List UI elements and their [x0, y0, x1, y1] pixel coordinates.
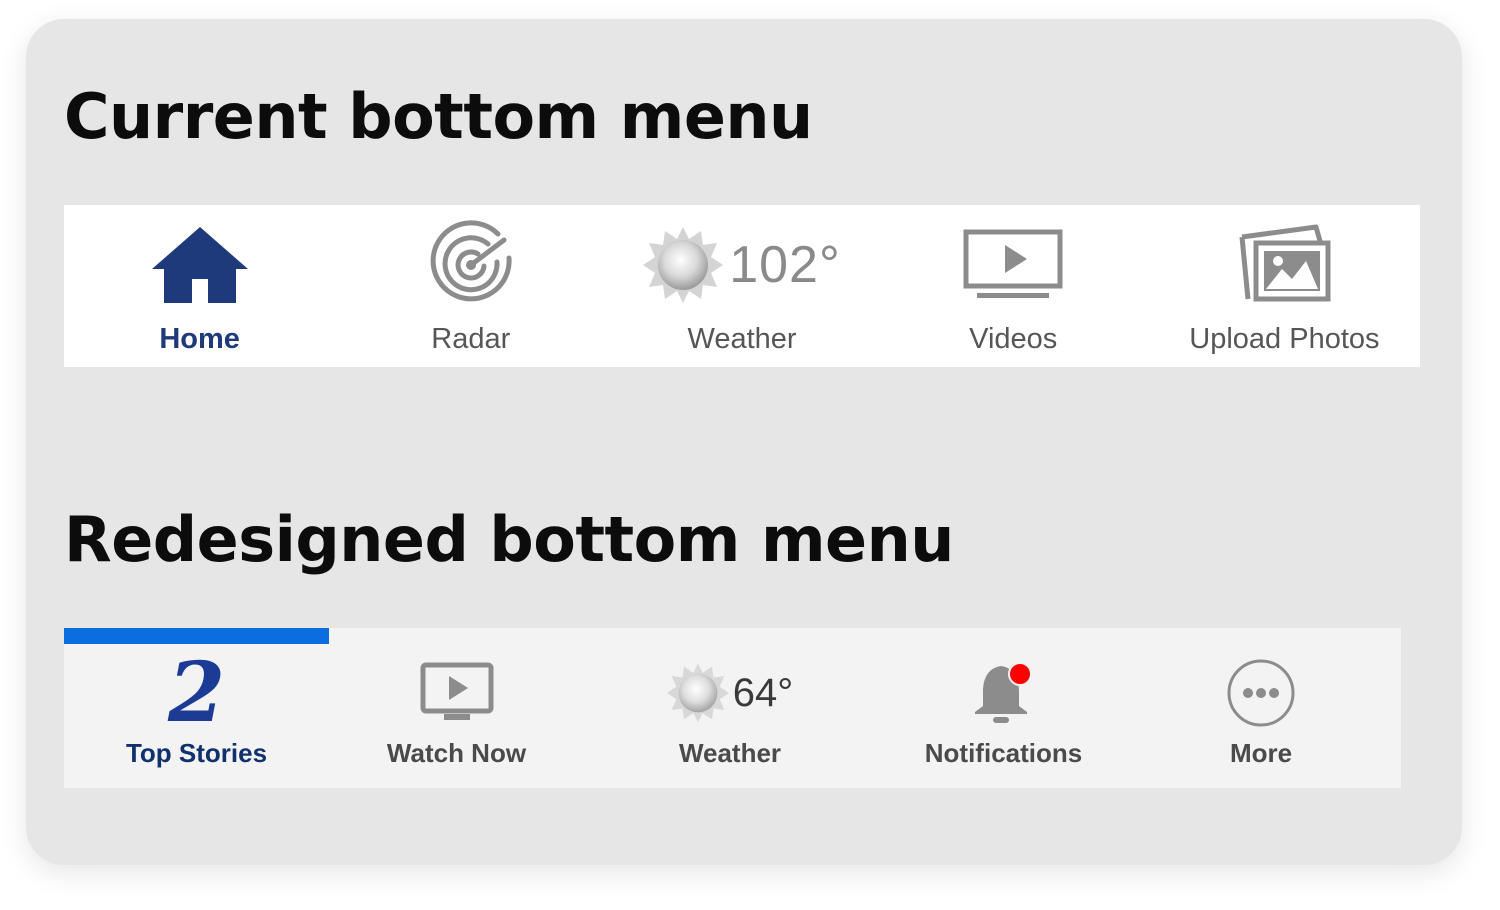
redesigned-bottom-menu: 2 Top Stories Watch Now 64° Weather Noti…	[64, 628, 1401, 788]
nav-item-label: Notifications	[924, 738, 1083, 768]
nav-item-label: Weather	[687, 323, 797, 355]
nav-item-label: Weather	[678, 738, 782, 768]
nav-item-label: Radar	[431, 323, 511, 355]
nav-item-more[interactable]: More	[1131, 628, 1391, 788]
redesigned-menu-heading: Redesigned bottom menu	[64, 503, 954, 576]
tv-play-icon	[420, 662, 493, 720]
nav-item-weather[interactable]: 64° Weather	[584, 628, 876, 788]
nav-item-label: Videos	[969, 323, 1058, 355]
sun-icon	[643, 226, 724, 303]
bell-icon	[974, 662, 1032, 723]
more-icon	[1227, 659, 1295, 727]
weather-temperature: 64°	[732, 670, 794, 715]
nav-item-label: Home	[159, 323, 240, 355]
radar-icon	[430, 219, 512, 301]
home-icon	[151, 226, 248, 303]
nav-item-radar[interactable]: Radar	[335, 205, 606, 367]
nav-item-label: Watch Now	[386, 738, 527, 768]
nav-item-weather[interactable]: 102° Weather	[606, 205, 877, 367]
nav-item-videos[interactable]: Videos	[878, 205, 1149, 367]
nav-item-label: Top Stories	[125, 738, 268, 768]
nav-item-label: Upload Photos	[1189, 323, 1380, 355]
sun-icon	[666, 663, 729, 723]
photos-icon	[1239, 224, 1331, 301]
channel-2-logo: 2	[167, 645, 226, 741]
nav-item-upload-photos[interactable]: Upload Photos	[1149, 205, 1420, 367]
weather-temperature: 102°	[729, 235, 841, 294]
nav-item-top-stories[interactable]: 2 Top Stories	[64, 628, 329, 788]
nav-item-label: More	[1229, 738, 1293, 768]
current-menu-heading: Current bottom menu	[64, 80, 813, 153]
nav-item-notifications[interactable]: Notifications	[876, 628, 1131, 788]
nav-item-home[interactable]: Home	[64, 205, 335, 367]
current-bottom-menu: Home Radar 102° Weather Videos Upload Ph…	[64, 205, 1420, 367]
nav-item-watch-now[interactable]: Watch Now	[329, 628, 584, 788]
video-icon	[963, 229, 1063, 298]
